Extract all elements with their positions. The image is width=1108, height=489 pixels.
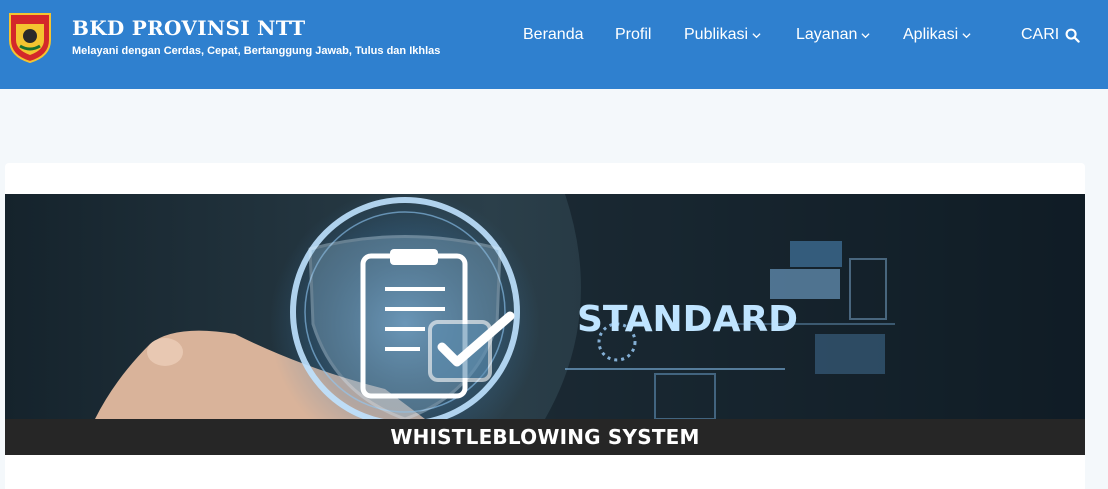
nav-item-label: Aplikasi — [903, 26, 959, 43]
search-button[interactable]: CARI — [1021, 26, 1080, 44]
banner-image[interactable]: STANDARD — [5, 194, 1085, 419]
chevron-down-icon — [962, 32, 971, 38]
banner-caption-text: WHISTLEBLOWING SYSTEM — [390, 425, 700, 449]
nav-item-label: Beranda — [523, 26, 584, 43]
nav-item-profil[interactable]: Profil — [615, 26, 651, 44]
search-label: CARI — [1021, 26, 1060, 43]
nav-item-publikasi[interactable]: Publikasi — [684, 26, 761, 44]
provincial-crest-icon[interactable] — [4, 10, 56, 64]
chevron-down-icon — [752, 32, 761, 38]
nav-item-label: Layanan — [796, 26, 858, 43]
banner-caption: WHISTLEBLOWING SYSTEM — [5, 419, 1085, 455]
banner-standard-text: STANDARD — [577, 299, 798, 340]
nav-item-beranda[interactable]: Beranda — [523, 26, 584, 44]
nav-item-aplikasi[interactable]: Aplikasi — [903, 26, 971, 44]
nav-item-label: Publikasi — [684, 26, 749, 43]
search-icon — [1065, 28, 1080, 43]
site-header: BKD PROVINSI NTT Melayani dengan Cerdas,… — [0, 0, 1108, 89]
chevron-down-icon — [861, 32, 870, 38]
site-title[interactable]: BKD PROVINSI NTT — [72, 16, 305, 40]
site-tagline: Melayani dengan Cerdas, Cepat, Bertanggu… — [72, 45, 441, 57]
nav-item-layanan[interactable]: Layanan — [796, 26, 870, 44]
nav-item-label: Profil — [615, 26, 652, 43]
